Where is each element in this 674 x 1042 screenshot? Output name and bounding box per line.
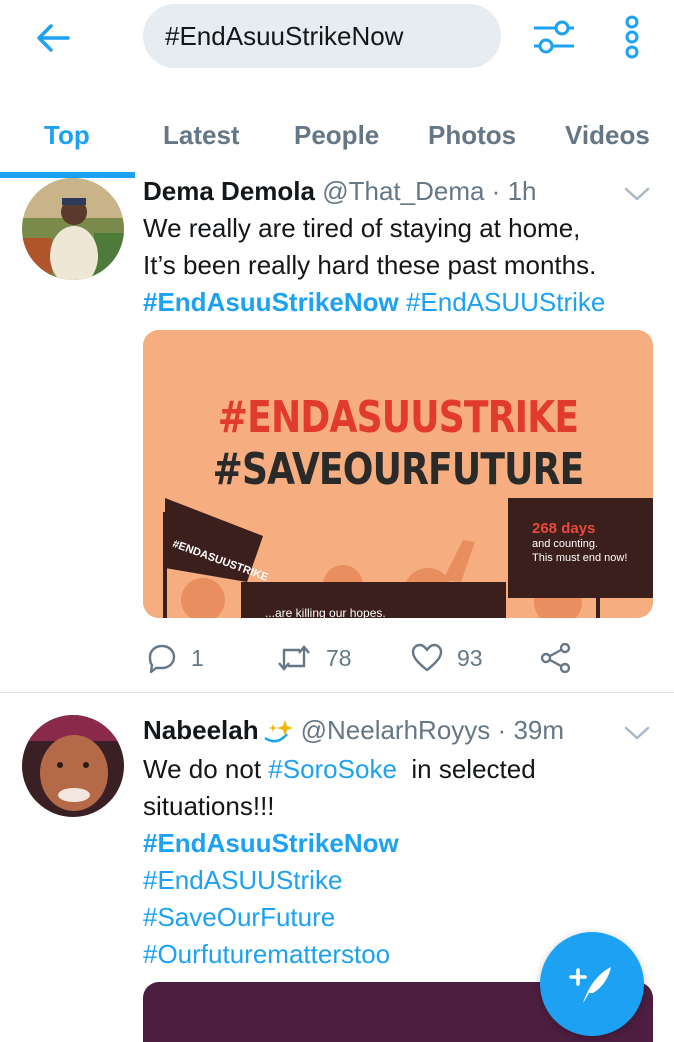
hashtag-link[interactable]: #SoroSoke	[268, 754, 397, 784]
compose-tweet-button[interactable]	[540, 932, 644, 1036]
like-count: 93	[457, 644, 483, 671]
hashtag-link[interactable]: #EndASUUStrike	[406, 287, 605, 317]
display-name[interactable]: Dema Demola	[143, 176, 315, 207]
hashtag-link[interactable]: #SaveOurFuture	[143, 899, 653, 936]
like-button[interactable]: 93	[411, 638, 483, 678]
user-handle[interactable]: @That_Dema	[322, 176, 484, 207]
more-options-button[interactable]	[612, 12, 652, 62]
tweet-header: Nabeelah @NeelarhRoyys · 39m	[143, 715, 564, 746]
avatar-image	[22, 715, 124, 817]
tweet-text: We really are tired of staying at home, …	[143, 210, 653, 321]
tweet-actions: 1 78 93	[143, 638, 653, 678]
retweet-count: 78	[326, 644, 352, 671]
tweet-text-line: It’s been really hard these past months.	[143, 250, 597, 280]
tweet-text-line: situations!!!	[143, 791, 275, 821]
separator-dot: ·	[491, 176, 501, 206]
hashtag-link[interactable]: #EndAsuuStrikeNow	[143, 287, 399, 317]
reply-icon	[148, 644, 176, 673]
reply-count: 1	[191, 644, 204, 671]
timestamp: 39m	[513, 715, 565, 745]
hashtag-link[interactable]: #EndAsuuStrikeNow	[143, 825, 653, 862]
retweet-icon	[278, 645, 310, 671]
sparkles-emoji-icon	[263, 719, 293, 742]
retweet-button[interactable]: 78	[276, 638, 352, 678]
sign-days: 268 days	[532, 520, 596, 537]
share-icon	[540, 643, 571, 673]
user-handle[interactable]: @NeelarhRoyys	[301, 715, 491, 746]
text-segment: in selected	[396, 754, 536, 784]
share-button[interactable]	[540, 638, 586, 678]
timestamp: 1h	[507, 176, 537, 206]
sign-board: 268 days and counting. This must end now…	[508, 498, 653, 598]
hashtag-line: #EndAsuuStrikeNow #EndASUUStrike	[143, 284, 653, 321]
top-bar: #EndAsuuStrikeNow	[0, 0, 674, 92]
tweet-text-line: We really are tired of staying at home,	[143, 213, 581, 243]
chevron-down-icon[interactable]	[622, 184, 652, 204]
search-tabs: Top Latest People Photos Videos	[0, 92, 674, 179]
sign-line: and counting.	[532, 538, 599, 550]
back-button[interactable]	[28, 16, 78, 60]
tab-photos[interactable]: Photos	[428, 92, 516, 178]
text-segment: We do not	[143, 754, 269, 784]
tab-top[interactable]: Top	[44, 92, 90, 178]
search-filter-button[interactable]	[528, 14, 580, 60]
tweet-1[interactable]: Dema Demola @That_Dema · 1h We really ar…	[0, 176, 674, 692]
sign-line: This must end now!	[532, 552, 628, 564]
tab-videos[interactable]: Videos	[565, 92, 650, 178]
tab-people[interactable]: People	[294, 92, 379, 178]
avatar[interactable]	[22, 715, 124, 817]
tweet-text-line: We do not #SoroSoke in selected	[143, 751, 653, 788]
display-name[interactable]: Nabeelah	[143, 715, 259, 746]
avatar[interactable]	[22, 178, 124, 280]
tweet-media-image[interactable]: #ENDASUUSTRIKE #SAVEOURFUTURE #ENDASUUST…	[143, 330, 653, 618]
arrow-left-icon	[37, 24, 70, 52]
tweet-header: Dema Demola @That_Dema · 1h	[143, 176, 537, 207]
separator-dot: ·	[497, 715, 507, 745]
tab-latest[interactable]: Latest	[163, 92, 240, 178]
reply-button[interactable]: 1	[147, 638, 204, 678]
media-headline-1: #ENDASUUSTRIKE	[217, 392, 579, 443]
search-input[interactable]: #EndAsuuStrikeNow	[143, 4, 501, 68]
more-vertical-icon	[625, 15, 639, 59]
sliders-icon	[534, 20, 574, 54]
chevron-down-icon[interactable]	[622, 723, 652, 743]
avatar-image	[22, 178, 124, 280]
compose-feather-icon	[569, 967, 611, 1003]
heart-icon	[411, 643, 443, 672]
hashtag-link[interactable]: #EndASUUStrike	[143, 862, 653, 899]
media-headline-2: #SAVEOURFUTURE	[212, 444, 585, 495]
search-query: #EndAsuuStrikeNow	[165, 20, 404, 51]
sign-bottom: ...are killing our hopes.	[241, 582, 506, 618]
